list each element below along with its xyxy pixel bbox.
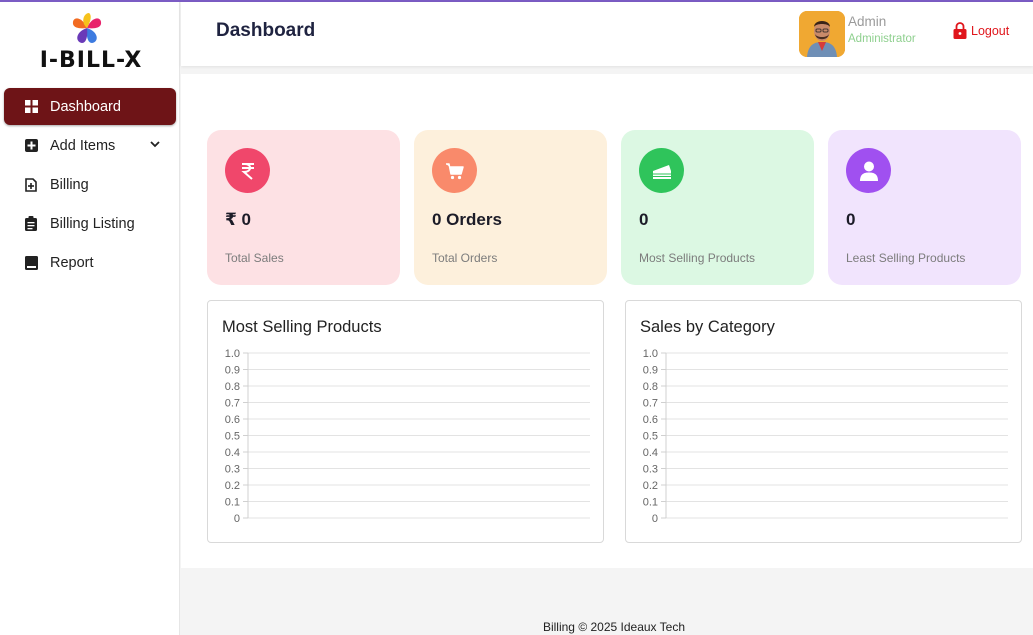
dashboard-icon [24,100,38,114]
sidebar: I-BILL-X Dashboard Add Items Billing Bil… [0,2,180,635]
sidebar-item-label: Add Items [50,137,116,154]
y-tick-label: 0.3 [225,464,240,476]
sidebar-item-billing-listing[interactable]: Billing Listing [4,205,176,242]
y-tick-label: 0.5 [643,431,658,443]
y-tick-label: 0.3 [643,464,658,476]
sidebar-item-billing[interactable]: Billing [4,166,176,203]
footer: Billing © 2025 Ideaux Tech [181,568,1033,635]
stat-value: 0 Orders [432,210,502,229]
user-icon [846,148,891,193]
y-tick-label: 0.4 [225,447,240,459]
user-role: Administrator [848,33,916,45]
chart-panel-sales-by-category: Sales by Category 1.0 0.9 0.8 0.7 0.6 0.5 0.4 0… [625,300,1022,543]
chart-panel-most-selling: Most Selling Products 1.0 0.9 0.8 0.7 0.6 0.5… [207,300,604,543]
y-tick-label: 1.0 [643,348,658,360]
top-header: Dashboard Admin Administrator Logout [181,2,1033,66]
footer-copyright: Billing © 2025 Ideaux Tech [542,620,686,634]
book-icon [24,255,38,270]
y-tick-label: 0.6 [643,414,658,426]
sidebar-item-label: Dashboard [50,98,121,115]
stat-label: Most Selling Products [639,251,756,265]
y-tick-label: 0.7 [643,398,658,410]
y-tick-label: 0 [652,513,658,525]
plus-square-icon [24,139,38,153]
y-tick-label: 0.2 [225,480,240,492]
y-tick-label: 0.8 [225,381,240,393]
y-tick-label: 0.9 [643,365,658,377]
sidebar-item-report[interactable]: Report [4,244,176,281]
app-logo[interactable]: I-BILL-X [36,8,146,76]
chart-sales-by-category: 1.0 0.9 0.8 0.7 0.6 0.5 0.4 0.3 0.2 0.1 0 [643,348,1008,525]
sidebar-item-dashboard[interactable]: Dashboard [4,88,176,125]
stat-value: 0 [639,210,649,229]
document-plus-icon [24,177,38,192]
chart-most-selling-products: 1.0 0.9 0.8 0.7 0.6 0.5 0.4 0.3 0.2 0.1 0 [225,348,590,525]
y-tick-label: 0.6 [225,414,240,426]
stat-label: Least Selling Products [846,251,966,265]
y-tick-label: 0 [234,513,240,525]
stat-value: ₹ 0 [225,210,252,229]
rupee-icon [225,148,270,193]
sidebar-item-label: Billing [50,176,89,193]
stat-card-least-selling: 0 Least Selling Products [828,130,1021,285]
y-tick-label: 1.0 [225,348,240,360]
logo-mark-icon [72,13,102,43]
cart-icon [432,148,477,193]
logout-button[interactable]: Logout [953,22,1009,39]
y-tick-label: 0.4 [643,447,658,459]
sidebar-item-label: Report [50,254,94,271]
stat-card-most-selling: 0 Most Selling Products [621,130,814,285]
sidebar-item-add-items[interactable]: Add Items [4,127,176,164]
app-name: I-BILL-X [39,48,143,73]
clipboard-icon [24,216,38,231]
stat-value: 0 [846,210,856,229]
stat-label: Total Sales [225,251,284,265]
user-avatar-image [799,11,845,57]
main-content: ₹ 0 Total Sales 0 Orders Total Orders 0 … [181,74,1033,568]
y-tick-label: 0.7 [225,398,240,410]
y-tick-label: 0.8 [643,381,658,393]
cake-icon [639,148,684,193]
avatar[interactable] [799,11,845,57]
stat-card-total-sales: ₹ 0 Total Sales [207,130,400,285]
page-title: Dashboard [216,20,316,41]
y-tick-label: 0.9 [225,365,240,377]
logout-label: Logout [971,23,1010,38]
stat-label: Total Orders [432,251,498,265]
user-name: Admin [848,14,887,29]
y-tick-label: 0.1 [225,497,240,509]
lock-icon [953,22,967,39]
sidebar-item-label: Billing Listing [50,215,135,232]
stat-card-total-orders: 0 Orders Total Orders [414,130,607,285]
chevron-down-icon[interactable] [150,139,160,149]
sidebar-nav: Dashboard Add Items Billing Billing List… [0,88,180,283]
y-tick-label: 0.1 [643,497,658,509]
y-tick-label: 0.5 [225,431,240,443]
y-tick-label: 0.2 [643,480,658,492]
